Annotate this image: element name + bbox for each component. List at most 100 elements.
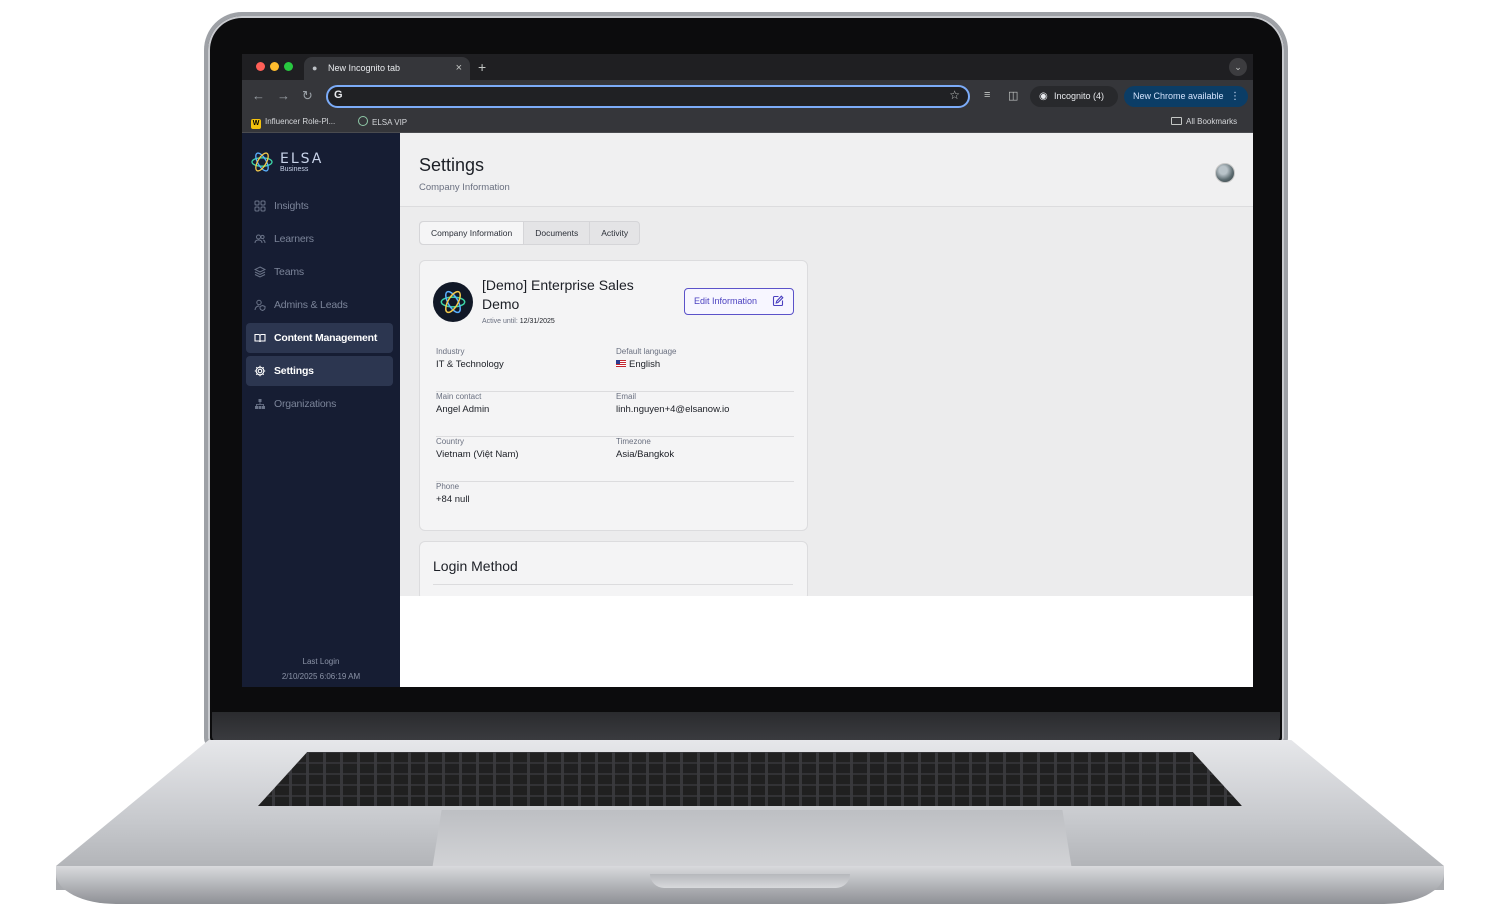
field-row: Main contact Angel Admin Email linh.nguy… — [436, 392, 794, 437]
grid-icon — [254, 200, 266, 212]
new-tab-button[interactable]: + — [478, 57, 486, 77]
country-field: Country Vietnam (Việt Nam) — [436, 437, 519, 460]
elsa-favicon-icon — [358, 116, 368, 126]
chrome-update-label: New Chrome available — [1133, 91, 1224, 101]
sidebar-item-content-management[interactable]: Content Management — [246, 323, 393, 353]
us-flag-icon — [616, 360, 626, 367]
side-panel-icon[interactable]: ◫ — [1008, 89, 1018, 102]
address-input[interactable] — [350, 87, 940, 106]
phone-field: Phone +84 null — [436, 482, 470, 505]
address-bar[interactable]: G ☆ — [326, 85, 970, 108]
sidebar-item-label: Content Management — [274, 332, 378, 344]
edit-icon — [772, 295, 784, 307]
window-close-button[interactable] — [256, 62, 265, 71]
active-until: Active until: 12/31/2025 — [482, 318, 555, 325]
forward-icon[interactable]: → — [277, 88, 290, 104]
login-method-title: Login Method — [433, 558, 518, 574]
incognito-icon: ● — [312, 63, 318, 73]
incognito-icon: ◉ — [1039, 91, 1048, 102]
elsa-logo[interactable]: ELSA Business — [250, 150, 390, 176]
company-logo — [433, 282, 473, 322]
tab-documents[interactable]: Documents — [524, 222, 591, 244]
sidebar-item-teams[interactable]: Teams — [246, 257, 393, 287]
page-subtitle: Company Information — [419, 182, 510, 193]
bookmark-favicon-icon: W — [251, 119, 261, 129]
brand-sub: Business — [280, 166, 309, 173]
main-content: Settings Company Information Company Inf… — [400, 133, 1253, 601]
tab-search-icon[interactable]: ⌄ — [1229, 58, 1247, 76]
org-chart-icon — [254, 398, 266, 410]
default-language-field: Default language English — [616, 347, 677, 370]
company-info-card: [Demo] Enterprise Sales Demo Active unti… — [419, 260, 808, 531]
tab-company-information[interactable]: Company Information — [420, 222, 525, 244]
google-icon: G — [334, 89, 343, 101]
screen: ● New Incognito tab × + ⌄ ← → ↻ G ☆ ≡ ◫ … — [242, 54, 1253, 687]
browser-toolbar: ← → ↻ G ☆ ≡ ◫ ◉ Incognito (4) New Chrome… — [242, 80, 1253, 112]
sidebar: ELSA Business Insights Learners Teams Ad… — [242, 133, 400, 687]
sidebar-item-admins-leads[interactable]: Admins & Leads — [246, 290, 393, 320]
sidebar-item-learners[interactable]: Learners — [246, 224, 393, 254]
last-login-value: 2/10/2025 6:06:19 AM — [281, 672, 361, 681]
sidebar-item-label: Admins & Leads — [274, 299, 348, 311]
reload-icon[interactable]: ↻ — [302, 88, 313, 104]
laptop-notch — [650, 874, 850, 888]
timezone-field: Timezone Asia/Bangkok — [616, 437, 675, 460]
company-name: [Demo] Enterprise Sales Demo — [482, 277, 634, 312]
user-shield-icon — [254, 299, 266, 311]
sidebar-item-label: Organizations — [274, 398, 337, 410]
keyboard-rows — [258, 752, 1242, 806]
all-bookmarks-button[interactable]: All Bookmarks — [1171, 116, 1237, 128]
brand-name: ELSA — [280, 151, 324, 167]
tab-activity[interactable]: Activity — [590, 222, 639, 244]
last-login-label: Last Login — [302, 657, 340, 666]
sidebar-item-settings[interactable]: Settings — [246, 356, 393, 386]
field-row: Industry IT & Technology Default languag… — [436, 347, 794, 392]
avatar[interactable] — [1215, 163, 1235, 183]
app: ELSA Business Insights Learners Teams Ad… — [242, 133, 1253, 687]
sidebar-item-label: Settings — [274, 365, 314, 377]
bookmark-star-icon[interactable]: ☆ — [949, 88, 960, 102]
users-icon — [254, 233, 266, 245]
trackpad — [432, 810, 1072, 870]
field-row: Country Vietnam (Việt Nam) Timezone Asia… — [436, 437, 794, 482]
sidebar-item-insights[interactable]: Insights — [246, 191, 393, 221]
laptop-chin — [212, 712, 1280, 742]
field-row: Phone +84 null — [436, 482, 794, 527]
edit-information-label: Edit Information — [694, 296, 758, 306]
divider — [433, 584, 793, 585]
reading-list-icon[interactable]: ≡ — [984, 89, 990, 101]
edit-information-button[interactable]: Edit Information — [684, 288, 794, 315]
login-method-card: Login Method — [419, 541, 808, 601]
page-blank-area — [400, 596, 1253, 687]
back-icon[interactable]: ← — [252, 88, 265, 104]
browser-tabstrip: ● New Incognito tab × + ⌄ — [242, 54, 1253, 80]
elsa-logo-icon — [251, 152, 273, 172]
email-field: Email linh.nguyen+4@elsanow.io — [616, 392, 730, 415]
folder-icon — [1171, 117, 1182, 125]
bookmark-influencer[interactable]: W Influencer Role-Pl... — [251, 116, 335, 129]
gear-icon — [254, 365, 266, 377]
industry-field: Industry IT & Technology — [436, 347, 504, 370]
bookmark-elsa-vip[interactable]: ELSA VIP — [358, 116, 407, 129]
sidebar-item-organizations[interactable]: Organizations — [246, 389, 393, 419]
main-contact-field: Main contact Angel Admin — [436, 392, 490, 415]
close-tab-icon[interactable]: × — [456, 57, 462, 80]
book-icon — [254, 332, 266, 344]
incognito-button[interactable]: ◉ Incognito (4) — [1030, 86, 1118, 107]
sidebar-item-label: Learners — [274, 233, 314, 245]
chrome-update-button[interactable]: New Chrome available ⋮ — [1124, 86, 1248, 107]
window-maximize-button[interactable] — [284, 62, 293, 71]
window-minimize-button[interactable] — [270, 62, 279, 71]
browser-tab[interactable]: ● New Incognito tab × — [304, 57, 470, 80]
elsa-logo-icon — [440, 290, 466, 314]
page-title: Settings — [419, 155, 485, 175]
browser-tab-title: New Incognito tab — [328, 63, 401, 73]
page-header: Settings Company Information — [400, 133, 1253, 207]
sidebar-item-label: Insights — [274, 200, 309, 212]
layers-icon — [254, 266, 266, 278]
kebab-menu-icon[interactable]: ⋮ — [1230, 86, 1240, 107]
bookmarks-bar: W Influencer Role-Pl... ELSA VIP All Book… — [242, 112, 1253, 133]
sidebar-item-label: Teams — [274, 266, 304, 278]
settings-tabs: Company Information Documents Activity — [419, 221, 641, 245]
incognito-label: Incognito (4) — [1054, 91, 1105, 101]
